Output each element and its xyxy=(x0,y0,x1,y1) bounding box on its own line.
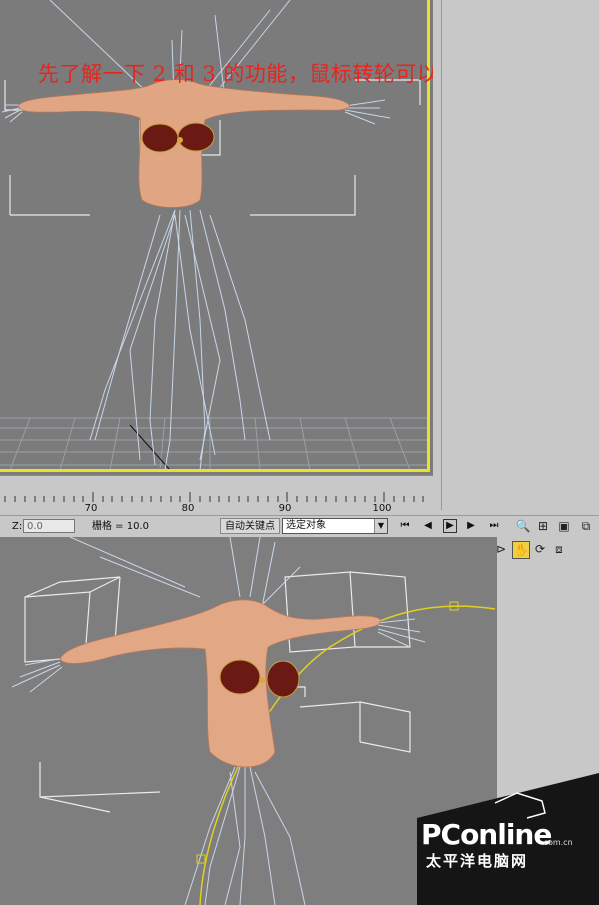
timeline-tick-80: 80 xyxy=(181,503,195,514)
zoom-extents-all-icon[interactable]: ⧉ xyxy=(578,518,594,534)
selection-filter-select[interactable]: 选定对象 ▼ xyxy=(282,518,388,534)
z-coordinate-field[interactable]: 0.0 xyxy=(23,519,75,533)
arc-rotate-icon[interactable]: ⟳ xyxy=(532,541,548,557)
zoom-icon[interactable]: 🔍 xyxy=(515,518,531,534)
timeline-ticks xyxy=(4,492,424,502)
time-slider-track[interactable]: 70 80 90 100 xyxy=(0,475,433,516)
selection-filter-value: 选定对象 xyxy=(286,520,326,531)
command-panel-inner xyxy=(441,0,597,510)
field-of-view-icon[interactable]: ⊳ xyxy=(493,541,509,557)
watermark-domain: .com.cn xyxy=(541,838,573,847)
play-icon[interactable]: ▶ xyxy=(443,519,457,533)
timeline-tick-100: 100 xyxy=(372,503,392,514)
go-to-end-icon[interactable]: ⏭ xyxy=(487,519,501,533)
next-frame-icon[interactable]: ▶ xyxy=(464,519,478,533)
grid-size-readout: 栅格 = 10.0 xyxy=(92,521,150,532)
command-panel xyxy=(433,0,599,515)
watermark-logo: PConline xyxy=(421,818,552,851)
annotation-text: 先了解一下 2 和 3 的功能，鼠标转轮可以缩放 xyxy=(38,62,482,86)
watermark-site-name: 太平洋电脑网 xyxy=(426,852,529,870)
chevron-down-icon: ▼ xyxy=(374,519,387,533)
go-to-start-icon[interactable]: ⏮ xyxy=(398,519,412,533)
timeline-tick-90: 90 xyxy=(278,503,292,514)
pan-icon[interactable]: ✋ xyxy=(512,541,530,559)
top-viewport[interactable]: 先了解一下 2 和 3 的功能，鼠标转轮可以缩放 xyxy=(0,0,481,475)
auto-key-button[interactable]: 自动关键点 xyxy=(220,518,280,534)
timeline-tick-70: 70 xyxy=(84,503,98,514)
zoom-all-icon[interactable]: ⊞ xyxy=(535,518,551,534)
z-coordinate-label: Z: xyxy=(12,521,23,532)
status-bar: Z: 0.0 栅格 = 10.0 自动关键点 选定对象 ▼ ⏮ ◀ ▶ ▶ ⏭ … xyxy=(0,515,599,539)
zoom-extents-icon[interactable]: ▣ xyxy=(556,518,572,534)
character-body-perspective xyxy=(59,599,381,768)
maximize-viewport-icon[interactable]: ⧈ xyxy=(551,541,567,557)
previous-frame-icon[interactable]: ◀ xyxy=(421,519,435,533)
